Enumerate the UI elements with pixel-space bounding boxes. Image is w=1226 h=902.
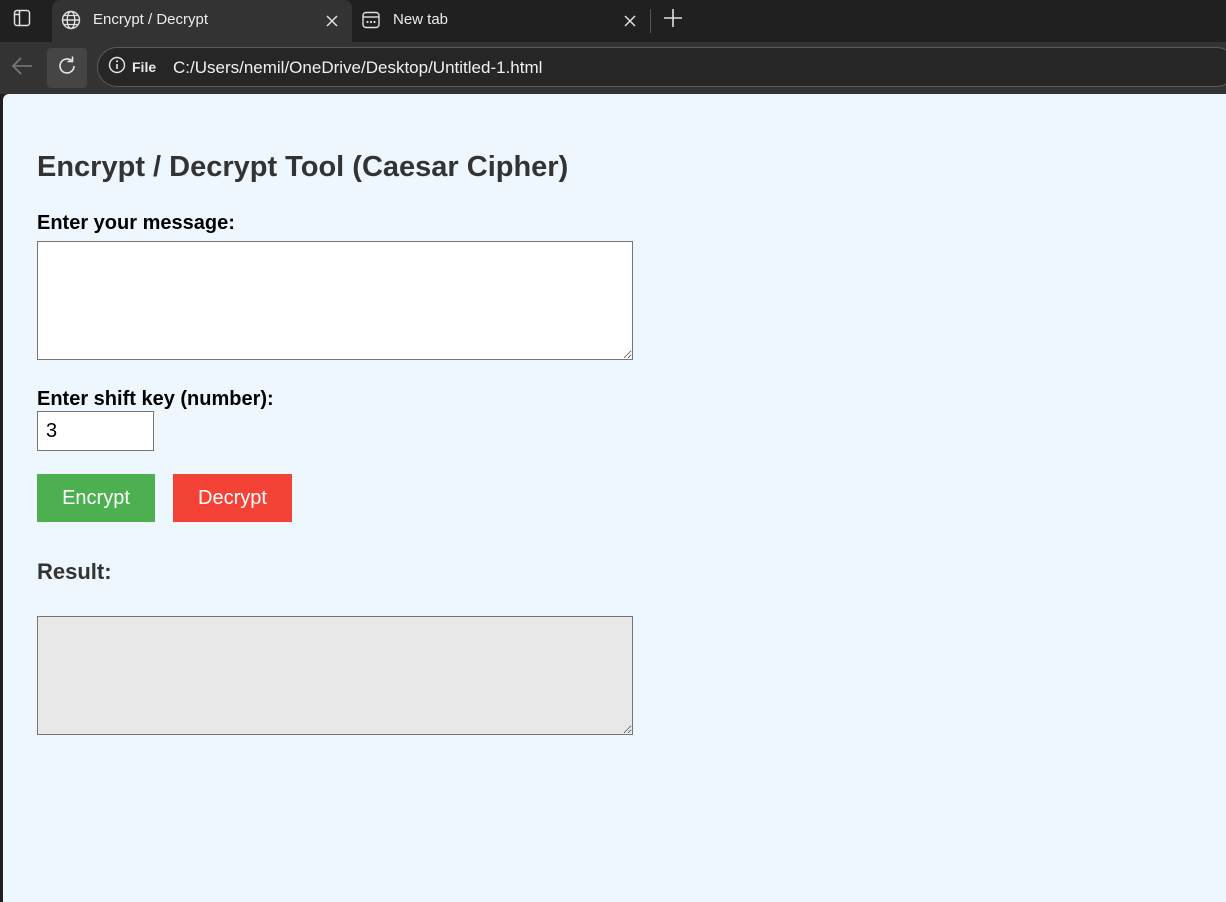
tab-divider: [650, 9, 651, 33]
tab-title: New tab: [393, 11, 449, 28]
plus-icon: [663, 8, 683, 33]
encrypt-button[interactable]: Encrypt: [37, 474, 155, 522]
decrypt-button[interactable]: Decrypt: [173, 474, 292, 522]
reload-icon: [56, 55, 78, 82]
new-tab-page-icon: [360, 9, 382, 31]
message-input[interactable]: [37, 241, 633, 360]
new-tab-button[interactable]: [660, 6, 686, 34]
close-tab-icon[interactable]: [322, 11, 342, 31]
result-output[interactable]: [37, 616, 633, 735]
reload-button[interactable]: [47, 48, 87, 88]
close-tab-icon[interactable]: [620, 11, 640, 31]
address-bar[interactable]: File C:/Users/nemil/OneDrive/Desktop/Unt…: [97, 47, 1226, 87]
tab-new-tab[interactable]: New tab: [352, 0, 650, 42]
tab-actions-icon: [13, 9, 31, 32]
browser-toolbar: File C:/Users/nemil/OneDrive/Desktop/Unt…: [0, 42, 1226, 94]
shift-key-label: Enter shift key (number):: [37, 388, 274, 410]
message-label: Enter your message:: [37, 212, 235, 234]
page-viewport: Encrypt / Decrypt Tool (Caesar Cipher) E…: [3, 94, 1226, 902]
back-button[interactable]: [2, 48, 42, 88]
info-icon: [108, 56, 126, 79]
tab-title: Encrypt / Decrypt: [93, 11, 209, 28]
result-heading: Result:: [37, 559, 112, 584]
globe-icon: [60, 9, 82, 31]
browser-window: Encrypt / Decrypt New tab File C:/Users/…: [0, 0, 1226, 902]
tab-actions-button[interactable]: [6, 6, 38, 34]
tab-strip: Encrypt / Decrypt New tab: [0, 0, 1226, 42]
shift-key-input[interactable]: [37, 411, 154, 451]
site-info-button[interactable]: File: [108, 56, 157, 79]
page-title: Encrypt / Decrypt Tool (Caesar Cipher): [37, 151, 569, 183]
url-text[interactable]: C:/Users/nemil/OneDrive/Desktop/Untitled…: [173, 58, 542, 78]
back-arrow-icon: [10, 54, 34, 83]
site-security-label: File: [132, 59, 157, 75]
tab-encrypt-decrypt[interactable]: Encrypt / Decrypt: [52, 0, 352, 42]
